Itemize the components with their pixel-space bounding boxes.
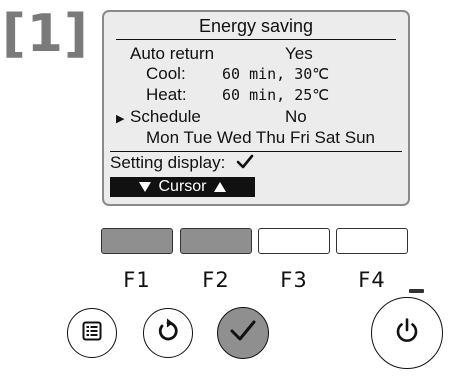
lcd-screen: Energy saving Auto return Yes Cool: 60 m…	[102, 10, 410, 206]
f2-label: F2	[202, 268, 230, 292]
f4-button[interactable]	[336, 228, 408, 254]
cursor-down-icon	[139, 182, 152, 192]
auto-return-value: Yes	[285, 44, 313, 63]
f3-button[interactable]	[258, 228, 330, 254]
schedule-value: No	[285, 107, 307, 126]
f2-button[interactable]	[180, 228, 252, 254]
f3-label: F3	[280, 268, 308, 292]
auto-return-label: Auto return	[130, 44, 215, 63]
power-button[interactable]	[371, 297, 443, 369]
checkmark-icon	[236, 154, 254, 175]
heat-value: 60 min, 25℃	[222, 86, 330, 104]
schedule-label: Schedule	[130, 107, 201, 126]
cursor-guide: Cursor	[110, 177, 255, 197]
cool-label: Cool:	[146, 64, 186, 83]
power-icon	[393, 317, 421, 350]
cool-value: 60 min, 30℃	[222, 65, 330, 83]
selection-cursor-icon: ▶	[116, 113, 125, 125]
schedule-days: Mon Tue Wed Thu Fri Sat Sun	[146, 128, 375, 147]
menu-button[interactable]	[67, 308, 117, 358]
cursor-up-icon	[213, 182, 226, 192]
bottom-divider	[110, 151, 402, 152]
heat-label: Heat:	[146, 85, 187, 104]
step-label: [1]	[2, 4, 89, 64]
checkmark-icon	[229, 319, 257, 348]
ok-button[interactable]	[217, 307, 269, 359]
screen-title: Energy saving	[198, 16, 314, 36]
f1-label: F1	[123, 268, 151, 292]
cursor-label: Cursor	[158, 178, 207, 195]
title-divider	[116, 39, 396, 40]
return-icon	[155, 318, 181, 349]
return-button[interactable]	[143, 308, 193, 358]
setting-display-label: Setting display:	[110, 153, 226, 172]
menu-icon	[81, 320, 103, 347]
setting-display-row: Setting display:	[110, 153, 254, 175]
f1-button[interactable]	[101, 228, 173, 254]
operation-lamp	[409, 289, 424, 293]
f4-label: F4	[358, 268, 386, 292]
